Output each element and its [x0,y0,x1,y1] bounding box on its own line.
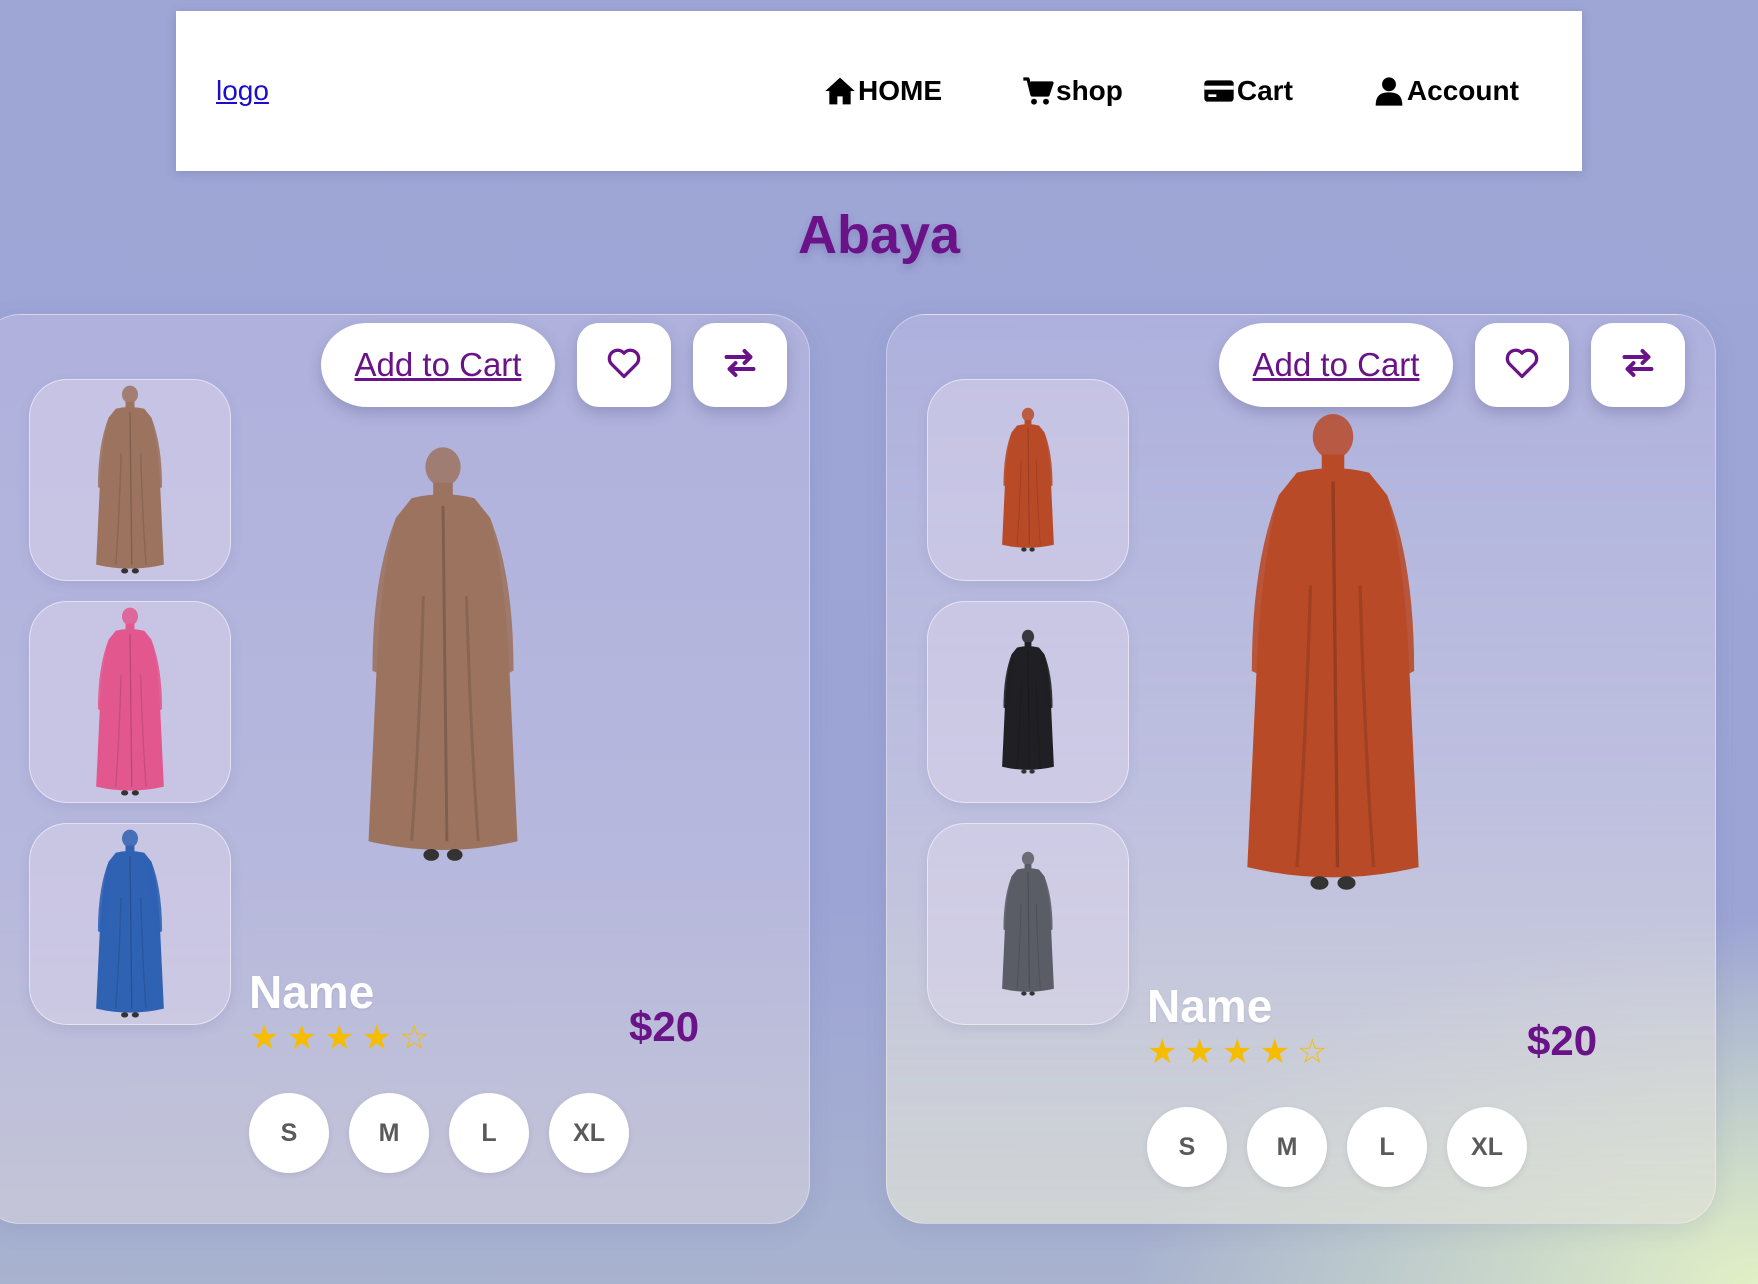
star-filled-icon: ★ [286,1019,317,1057]
star-empty-icon: ☆ [398,1019,430,1057]
navbar: logo HOME shop Cart Account [176,11,1582,171]
abaya-image [85,604,175,800]
nav-account-label: Account [1406,75,1519,106]
page-title: Abaya [797,205,961,265]
nav-home-label: HOME [858,75,942,106]
logo-link[interactable]: logo [216,11,269,171]
size-xl-button[interactable]: XL [1447,1107,1527,1187]
size-l-button[interactable]: L [1347,1107,1427,1187]
product-price: $20 [629,1003,700,1050]
abaya-image [988,627,1068,777]
size-l-button[interactable]: L [449,1093,529,1173]
thumbnail-grey-abaya[interactable] [927,823,1129,1025]
star-filled-icon: ★ [1259,1033,1290,1071]
add-to-cart-button[interactable]: Add to Cart [1219,323,1453,407]
nav-shop[interactable]: shop [1022,75,1123,107]
nav-cart-label: Cart [1236,75,1293,106]
size-options: S M L XL [249,1093,629,1173]
heart-icon [1504,345,1540,386]
product-price: $20 [1527,1017,1598,1064]
thumbnail-orange-abaya[interactable] [927,379,1129,581]
thumbnail-pink-abaya[interactable] [29,601,231,803]
compare-button[interactable] [1591,323,1685,407]
size-s-button[interactable]: S [249,1093,329,1173]
nav-shop-label: shop [1056,75,1123,106]
heart-icon [606,345,642,386]
credit-card-icon [1203,75,1235,107]
home-icon [824,75,856,107]
product-main-image [345,427,541,883]
wishlist-button[interactable] [577,323,671,407]
star-filled-icon: ★ [249,1019,280,1057]
size-m-button[interactable]: M [1247,1107,1327,1187]
rating-stars: ★ ★ ★ ★ ☆ [1147,1035,1327,1069]
product-card-1: Add to Cart Name ★ ★ ★ ★ ☆ $20 S M L XL [0,314,810,1224]
size-m-button[interactable]: M [349,1093,429,1173]
thumbnail-blue-abaya[interactable] [29,823,231,1025]
star-filled-icon: ★ [323,1019,355,1057]
add-to-cart-button[interactable]: Add to Cart [321,323,555,407]
product-card-2: Add to Cart Name ★ ★ ★ ★ ☆ $20 S M L XL [886,314,1716,1224]
star-empty-icon: ☆ [1296,1033,1328,1071]
product-name: Name [249,966,375,1018]
compare-button[interactable] [693,323,787,407]
size-options: S M L XL [1147,1107,1527,1187]
star-filled-icon: ★ [1221,1033,1253,1071]
size-xl-button[interactable]: XL [549,1093,629,1173]
abaya-image [85,382,175,578]
nav-links: HOME shop Cart Account [824,11,1519,171]
size-s-button[interactable]: S [1147,1107,1227,1187]
product-main-image [1205,405,1461,901]
nav-account[interactable]: Account [1373,75,1519,107]
star-filled-icon: ★ [1147,1033,1178,1071]
thumbnail-black-abaya[interactable] [927,601,1129,803]
abaya-image [988,405,1068,555]
product-name: Name [1147,980,1273,1032]
abaya-image [988,849,1068,999]
thumbnail-brown-abaya[interactable] [29,379,231,581]
star-filled-icon: ★ [1184,1033,1215,1071]
nav-home[interactable]: HOME [824,75,942,107]
rating-stars: ★ ★ ★ ★ ☆ [249,1021,429,1055]
wishlist-button[interactable] [1475,323,1569,407]
user-icon [1373,75,1405,107]
shopping-cart-icon [1022,75,1054,107]
swap-arrows-icon [1620,345,1656,386]
swap-arrows-icon [722,345,758,386]
nav-cart[interactable]: Cart [1203,75,1293,107]
abaya-image [85,826,175,1022]
star-filled-icon: ★ [361,1019,392,1057]
